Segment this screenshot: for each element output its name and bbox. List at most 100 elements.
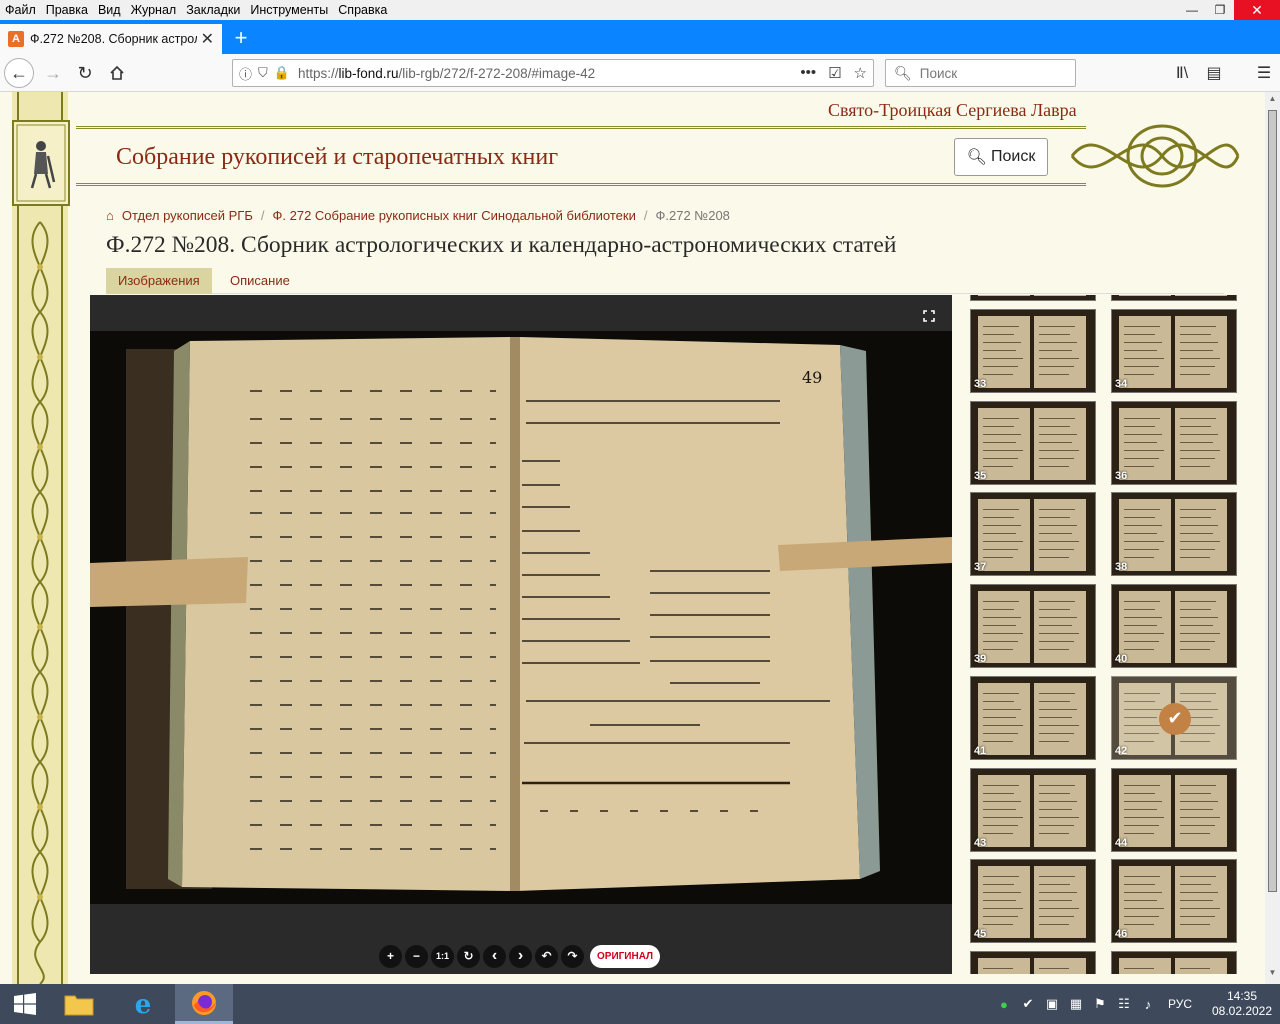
page-scrollbar[interactable]: ▲ ▼ xyxy=(1265,92,1280,984)
site-logo[interactable] xyxy=(12,120,70,206)
tab-images[interactable]: Изображения xyxy=(106,268,212,294)
thumbnail-item[interactable]: 34 xyxy=(1111,309,1237,393)
home-button[interactable] xyxy=(102,58,132,88)
firefox-icon xyxy=(192,990,216,1015)
minimize-icon[interactable]: — xyxy=(1178,0,1206,20)
restore-icon[interactable]: ❐ xyxy=(1206,0,1234,20)
thumbnail-number: 34 xyxy=(1115,378,1128,390)
url-bar[interactable]: ⓘ ⛉ 🔒 https://lib-fond.ru/lib-rgb/272/f-… xyxy=(232,59,874,87)
tracking-shield-icon[interactable]: ⛉ xyxy=(258,65,268,81)
library-icon[interactable]: Ⅱ\ xyxy=(1166,63,1198,83)
thumbnail-page xyxy=(1175,957,1227,974)
rotate-right-button[interactable]: ↷ xyxy=(561,944,584,968)
actual-size-button[interactable]: 1:1 xyxy=(431,944,454,968)
input-language[interactable]: РУС xyxy=(1168,997,1192,1011)
reset-button[interactable]: ↻ xyxy=(457,944,480,968)
sidebar-icon[interactable]: ▤ xyxy=(1198,63,1230,83)
thumbnail-item[interactable]: 42 ✔ xyxy=(1111,675,1237,760)
scrollbar-thumb[interactable] xyxy=(1268,110,1277,892)
thumbnail-page xyxy=(1034,957,1086,974)
thumbnail-item[interactable]: 41 xyxy=(970,675,1096,760)
bookmark-star-icon[interactable]: ☆ xyxy=(854,64,867,82)
clock[interactable]: 14:35 08.02.2022 xyxy=(1204,989,1280,1019)
zoom-in-button[interactable]: + xyxy=(379,944,402,968)
thumbnail-page xyxy=(978,295,1030,296)
menu-view[interactable]: Вид xyxy=(93,0,126,20)
menu-help[interactable]: Справка xyxy=(333,0,392,20)
tray-app-icon[interactable]: ▦ xyxy=(1064,996,1088,1012)
thumbnail-item[interactable]: 36 xyxy=(1111,400,1237,485)
clock-date: 08.02.2022 xyxy=(1211,1004,1273,1018)
thumbnail-list[interactable]: 33 34 35 36 37 38 39 40 41 42 ✔ 43 44 45 46 xyxy=(962,295,1248,974)
menu-history[interactable]: Журнал xyxy=(126,0,182,20)
tab-close-icon[interactable]: ✕ xyxy=(201,29,214,49)
site-search-button[interactable]: 🔍︎ Поиск xyxy=(954,138,1048,176)
thumbnail-item[interactable]: 39 xyxy=(970,584,1096,669)
page-actions-icon[interactable]: ••• xyxy=(800,64,816,82)
reload-button[interactable]: ↻ xyxy=(70,58,100,88)
network-icon[interactable]: ☷ xyxy=(1112,996,1136,1012)
close-icon[interactable]: ✕ xyxy=(1234,0,1280,20)
thumbnail-item[interactable]: 40 xyxy=(1111,584,1237,669)
browser-tab[interactable]: А Ф.272 №208. Сборник астролог ✕ xyxy=(0,22,222,54)
fullscreen-button[interactable] xyxy=(914,301,944,331)
site-title[interactable]: Собрание рукописей и старопечатных книг xyxy=(116,144,558,171)
thumbnail-item[interactable] xyxy=(970,950,1096,974)
thumbnail-number: 46 xyxy=(1115,928,1128,941)
search-icon: 🔍︎ xyxy=(894,64,912,81)
volume-icon[interactable]: ♪ xyxy=(1136,997,1160,1012)
taskbar-explorer[interactable] xyxy=(50,984,108,1024)
hamburger-menu-icon[interactable]: ☰ xyxy=(1248,63,1280,83)
forward-button[interactable]: → xyxy=(38,58,68,88)
thumbnail-item[interactable] xyxy=(1111,950,1237,974)
image-viewer[interactable]: 49 + − 1:1 ↻ ‹ › ↶ ↷ ОРИГИНАЛ xyxy=(90,295,952,974)
prev-image-button[interactable]: ‹ xyxy=(483,944,506,968)
url-text[interactable]: https://lib-fond.ru/lib-rgb/272/f-272-20… xyxy=(298,66,800,81)
thumbnail-item[interactable]: 45 xyxy=(970,859,1096,944)
thumbnail-item[interactable]: 46 xyxy=(1111,859,1237,944)
thumbnail-item[interactable] xyxy=(970,295,1096,301)
thumbnail-item[interactable]: 44 xyxy=(1111,767,1237,852)
thumbnail-item[interactable]: 35 xyxy=(970,400,1096,485)
search-input[interactable]: 🔍︎ Поиск xyxy=(885,59,1076,87)
back-button[interactable]: ← xyxy=(4,58,34,88)
menu-file[interactable]: Файл xyxy=(0,0,41,20)
scroll-down-icon[interactable]: ▼ xyxy=(1265,968,1280,982)
thumbnail-item[interactable]: 43 xyxy=(970,767,1096,852)
taskbar-ie[interactable]: e xyxy=(114,984,172,1024)
content-tabs: Изображения Описание xyxy=(106,268,1224,294)
original-button[interactable]: ОРИГИНАЛ xyxy=(590,944,661,968)
lavra-link[interactable]: Свято-Троицкая Сергиева Лавра xyxy=(828,100,1077,121)
breadcrumb-home-link[interactable]: Отдел рукописей РГБ xyxy=(122,208,253,223)
zoom-out-button[interactable]: − xyxy=(405,944,428,968)
thumbnail-item[interactable] xyxy=(1111,295,1237,301)
breadcrumb-fond-link[interactable]: Ф. 272 Собрание рукописных книг Синодаль… xyxy=(273,208,636,223)
rotate-left-button[interactable]: ↶ xyxy=(535,944,558,968)
thumbnail-number: 37 xyxy=(974,561,987,574)
menu-tools[interactable]: Инструменты xyxy=(245,0,333,20)
action-center-icon[interactable]: ⚑ xyxy=(1088,996,1112,1012)
thumbnail-item[interactable]: 33 xyxy=(970,309,1096,393)
thumbnail-number: 40 xyxy=(1115,653,1128,666)
start-button[interactable] xyxy=(0,984,50,1024)
thumbnail-number: 43 xyxy=(974,836,987,849)
info-icon[interactable]: ⓘ xyxy=(239,64,252,83)
pocket-icon[interactable]: ☑ xyxy=(828,64,841,82)
taskbar-firefox[interactable] xyxy=(175,984,233,1024)
menu-bookmarks[interactable]: Закладки xyxy=(181,0,245,20)
new-tab-button[interactable]: + xyxy=(228,24,254,52)
menu-edit[interactable]: Правка xyxy=(41,0,93,20)
lock-icon[interactable]: 🔒 xyxy=(274,65,290,81)
safely-remove-icon[interactable]: ✔ xyxy=(1016,996,1040,1012)
tab-description[interactable]: Описание xyxy=(218,268,302,294)
thumbnail-item[interactable]: 37 xyxy=(970,492,1096,577)
thumbnail-item[interactable]: 38 xyxy=(1111,492,1237,577)
home-icon: ⌂ xyxy=(106,208,114,223)
thumbnail-page xyxy=(1175,407,1227,480)
scroll-up-icon[interactable]: ▲ xyxy=(1265,94,1280,108)
security-icon[interactable]: ▣ xyxy=(1040,996,1064,1012)
next-image-button[interactable]: › xyxy=(509,944,532,968)
network-status-icon[interactable]: ● xyxy=(992,997,1016,1012)
manuscript-image: 49 xyxy=(90,331,952,904)
thumbnail-page xyxy=(1175,295,1227,296)
